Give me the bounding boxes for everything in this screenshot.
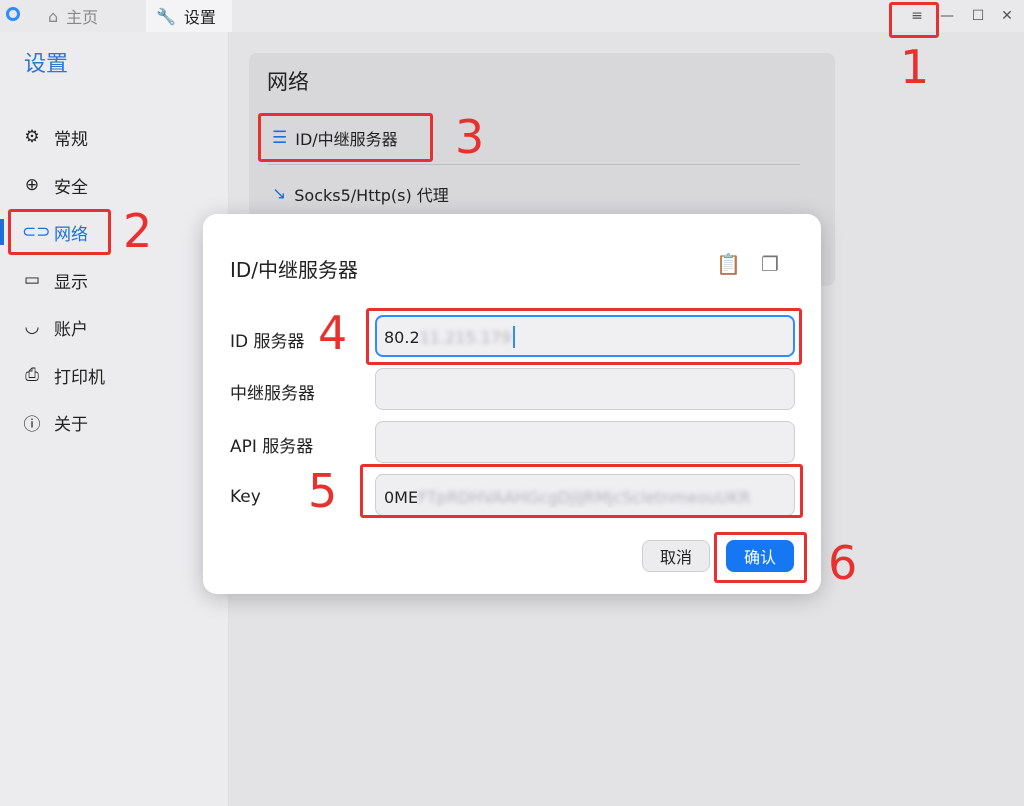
sidebar-item-about[interactable]: ⓘ 关于 <box>0 401 228 443</box>
clipboard-icon[interactable]: 📋 <box>716 252 741 278</box>
sidebar-title: 设置 <box>24 52 69 77</box>
sidebar-item-account[interactable]: ◡ 账户 <box>0 306 228 348</box>
id-server-label: ID 服务器 <box>230 332 305 352</box>
sidebar-item-label: 安全 <box>54 177 88 198</box>
active-indicator <box>0 219 4 245</box>
wrench-icon: 🔧 <box>156 6 176 26</box>
proxy-item[interactable]: ↘ Socks5/Http(s) 代理 <box>272 182 449 206</box>
proxy-icon: ↘ <box>272 184 287 204</box>
tab-settings[interactable]: 🔧 设置 <box>146 0 232 32</box>
sidebar-item-general[interactable]: ⚙ 常规 <box>0 116 228 158</box>
info-icon: ⓘ <box>23 414 41 435</box>
user-icon: ◡ <box>24 317 40 337</box>
sidebar-item-label: 账户 <box>54 319 88 340</box>
dialog-title: ID/中继服务器 <box>230 258 359 282</box>
tab-home[interactable]: ⌂ 主页 <box>48 0 138 32</box>
home-icon: ⌂ <box>48 6 59 26</box>
sidebar-item-label: 显示 <box>54 272 88 293</box>
monitor-icon: ▭ <box>23 270 41 290</box>
sidebar-item-printer[interactable]: ⎙ 打印机 <box>0 354 228 396</box>
maximize-icon[interactable]: ☐ <box>966 4 990 28</box>
sidebar-item-display[interactable]: ▭ 显示 <box>0 259 228 301</box>
tab-settings-label: 设置 <box>183 8 216 27</box>
app-logo-icon <box>6 7 20 21</box>
lock-icon: ⊕ <box>24 175 40 195</box>
annotation-number-3: 3 <box>455 110 485 164</box>
annotation-box-3 <box>258 113 433 162</box>
close-icon[interactable]: ✕ <box>995 4 1019 28</box>
printer-icon: ⎙ <box>25 365 39 385</box>
annotation-number-2: 2 <box>123 204 153 258</box>
annotation-box-4 <box>366 308 802 365</box>
annotation-box-6 <box>714 532 807 583</box>
proxy-label: Socks5/Http(s) 代理 <box>294 186 449 205</box>
tab-home-label: 主页 <box>66 8 99 27</box>
annotation-number-4: 4 <box>318 306 348 360</box>
relay-server-input[interactable] <box>375 368 795 410</box>
card-divider <box>268 164 800 165</box>
copy-icon[interactable]: ❐ <box>761 252 783 278</box>
annotation-box-2 <box>8 209 111 255</box>
sidebar-item-label: 关于 <box>54 414 88 435</box>
relay-server-label: 中继服务器 <box>230 384 315 404</box>
cancel-button[interactable]: 取消 <box>642 540 710 572</box>
network-card-title: 网络 <box>267 70 309 94</box>
gear-icon: ⚙ <box>24 127 40 147</box>
annotation-number-5: 5 <box>308 464 338 518</box>
annotation-number-1: 1 <box>900 40 930 94</box>
sidebar-item-label: 常规 <box>54 129 88 150</box>
annotation-box-5 <box>360 464 803 518</box>
sidebar-item-label: 打印机 <box>54 367 105 388</box>
annotation-box-1 <box>889 2 939 38</box>
api-server-input[interactable] <box>375 421 795 463</box>
key-label: Key <box>230 487 261 507</box>
api-server-label: API 服务器 <box>230 437 314 457</box>
sidebar-item-security[interactable]: ⊕ 安全 <box>0 164 228 206</box>
annotation-number-6: 6 <box>828 536 858 590</box>
title-bar: ⌂ 主页 🔧 设置 ≡ — ☐ ✕ <box>0 0 1024 32</box>
